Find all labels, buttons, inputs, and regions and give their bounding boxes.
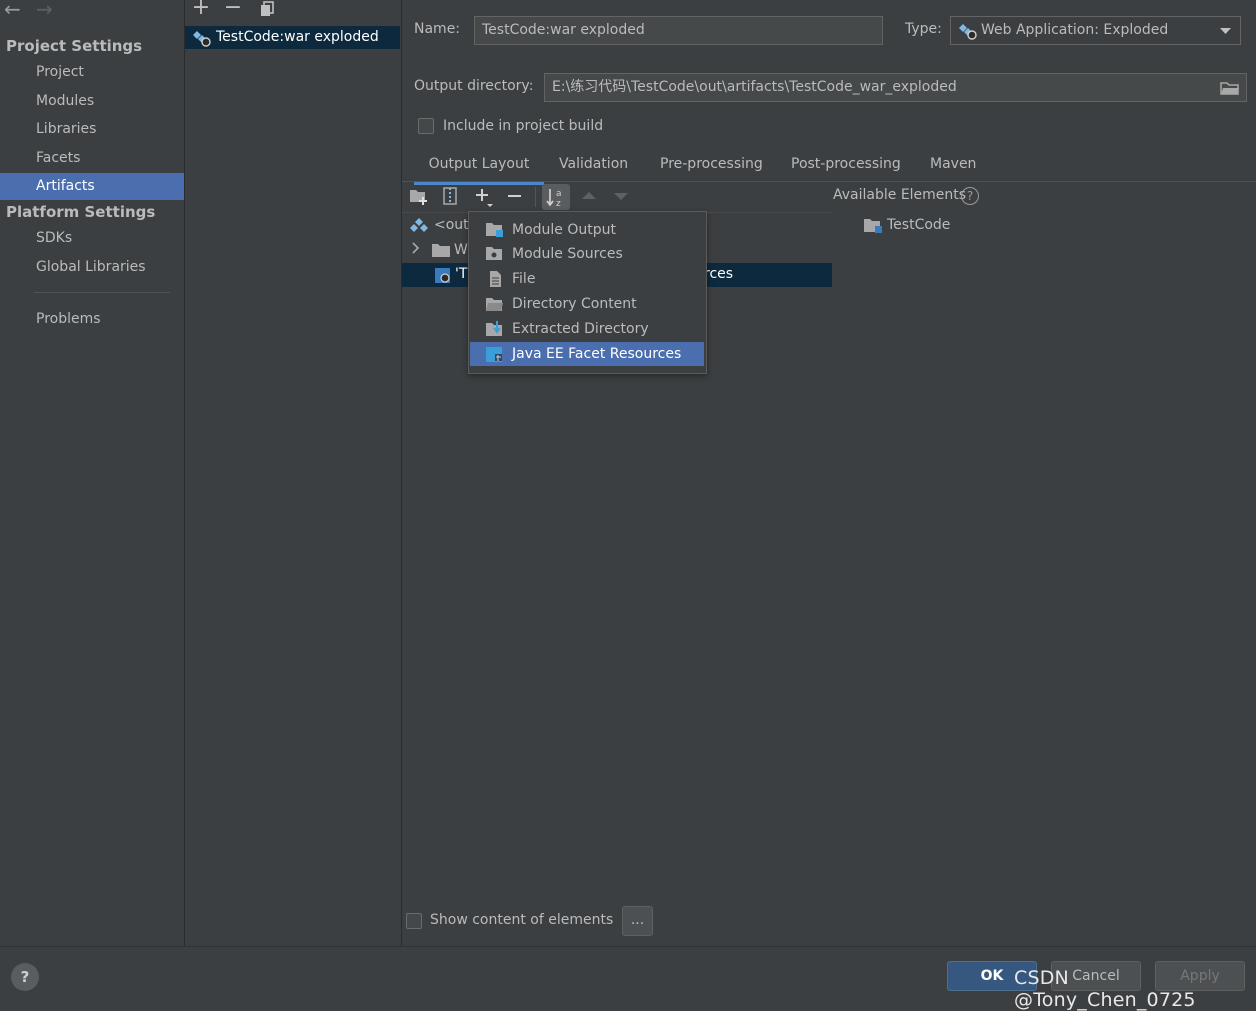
folder-icon (432, 243, 450, 257)
type-dropdown[interactable]: Web Application: Exploded (950, 16, 1241, 45)
type-value: Web Application: Exploded (981, 22, 1169, 38)
toolbar-separator (535, 187, 536, 207)
help-icon[interactable]: ? (961, 187, 979, 205)
menu-item-label: Module Sources (512, 246, 623, 262)
show-content-label: Show content of elements (430, 912, 614, 928)
menu-item-java-ee-facet-resources[interactable]: Java EE Facet Resources (470, 342, 704, 366)
create-directory-icon[interactable] (409, 186, 431, 208)
add-artifact-button[interactable]: + (189, 0, 213, 20)
menu-item-extracted-directory[interactable]: Extracted Directory (470, 317, 704, 341)
create-archive-icon[interactable] (441, 186, 463, 208)
menu-item-label: File (512, 271, 536, 287)
menu-item-label: Java EE Facet Resources (512, 346, 682, 362)
tree-node-facet-suffix: rces (704, 266, 734, 282)
remove-element-icon[interactable] (505, 186, 527, 208)
artifact-list-item[interactable]: TestCode:war exploded (185, 26, 400, 49)
sidebar-item-sdks[interactable]: SDKs (0, 225, 184, 252)
tab-validation[interactable]: Validation (559, 156, 628, 182)
include-in-build-checkbox[interactable] (418, 118, 434, 134)
output-directory-field[interactable]: E:\练习代码\TestCode\out\artifacts\TestCode_… (544, 73, 1247, 102)
menu-item-file[interactable]: File (470, 267, 704, 291)
tab-post-processing[interactable]: Post-processing (791, 156, 901, 182)
sidebar-item-problems[interactable]: Problems (0, 306, 184, 333)
sort-elements-icon[interactable]: az (542, 184, 570, 210)
module-output-icon (486, 222, 504, 238)
output-root-icon (410, 217, 428, 235)
module-sources-icon (486, 246, 504, 262)
watermark-text: CSDN @Tony_Chen_0725 (1014, 967, 1196, 1011)
chevron-right-icon[interactable] (412, 242, 420, 254)
web-artifact-icon (193, 29, 211, 47)
include-in-build-label: Include in project build (443, 118, 604, 134)
browse-folder-icon[interactable] (1220, 80, 1240, 96)
type-label: Type: (905, 21, 942, 37)
sidebar-divider (34, 292, 170, 293)
artifact-name-field[interactable]: TestCode:war exploded (474, 16, 883, 45)
menu-item-label: Module Output (512, 222, 616, 238)
svg-text:a: a (556, 189, 562, 199)
tab-maven[interactable]: Maven (930, 156, 976, 182)
artifact-list-panel: + − TestCode:war exploded (185, 0, 402, 946)
forward-arrow-icon[interactable]: → (36, 0, 60, 22)
tab-pre-processing[interactable]: Pre-processing (660, 156, 763, 182)
available-elements-title: Available Elements (833, 187, 967, 203)
sidebar-item-project[interactable]: Project (0, 59, 184, 86)
move-up-icon[interactable] (580, 186, 602, 208)
artifact-name: TestCode:war exploded (216, 29, 379, 45)
platform-settings-heading: Platform Settings (6, 203, 156, 221)
sidebar-item-artifacts[interactable]: Artifacts (0, 173, 184, 200)
facet-resources-icon (434, 267, 452, 284)
output-directory-label: Output directory: (414, 78, 534, 94)
web-app-icon (959, 22, 977, 40)
sidebar-item-global-libraries[interactable]: Global Libraries (0, 254, 184, 281)
menu-item-directory-content[interactable]: Directory Content (470, 292, 704, 316)
name-label: Name: (414, 21, 461, 37)
settings-sidebar: ← → Project Settings Project Modules Lib… (0, 0, 185, 946)
tree-node-facet-prefix: 'T (455, 266, 468, 282)
sidebar-item-facets[interactable]: Facets (0, 145, 184, 172)
available-item-testcode[interactable]: TestCode (887, 217, 950, 233)
module-icon (864, 218, 884, 234)
tabs-divider (402, 181, 1256, 182)
add-element-popup-menu: Module Output Module Sources File Direct… (468, 211, 707, 374)
directory-content-icon (486, 296, 504, 312)
sidebar-item-modules[interactable]: Modules (0, 88, 184, 115)
remove-artifact-button[interactable]: − (221, 0, 245, 20)
show-content-options-button[interactable]: ... (622, 906, 653, 936)
java-ee-facet-icon (486, 346, 504, 362)
help-button[interactable]: ? (11, 963, 39, 991)
file-icon (486, 271, 504, 287)
menu-item-label: Extracted Directory (512, 321, 649, 337)
add-element-icon[interactable] (473, 186, 495, 208)
back-arrow-icon[interactable]: ← (4, 0, 28, 22)
menu-item-label: Directory Content (512, 296, 637, 312)
show-content-checkbox[interactable] (406, 913, 422, 929)
project-settings-heading: Project Settings (6, 37, 143, 55)
sidebar-item-libraries[interactable]: Libraries (0, 116, 184, 143)
extracted-directory-icon (486, 321, 504, 337)
tree-node-web-inf[interactable]: W (454, 242, 468, 258)
chevron-down-icon (1220, 28, 1231, 35)
menu-item-module-sources[interactable]: Module Sources (470, 242, 704, 266)
menu-item-module-output[interactable]: Module Output (470, 218, 704, 242)
svg-text:z: z (556, 199, 561, 209)
copy-artifact-icon[interactable] (255, 0, 279, 20)
move-down-icon[interactable] (612, 186, 634, 208)
